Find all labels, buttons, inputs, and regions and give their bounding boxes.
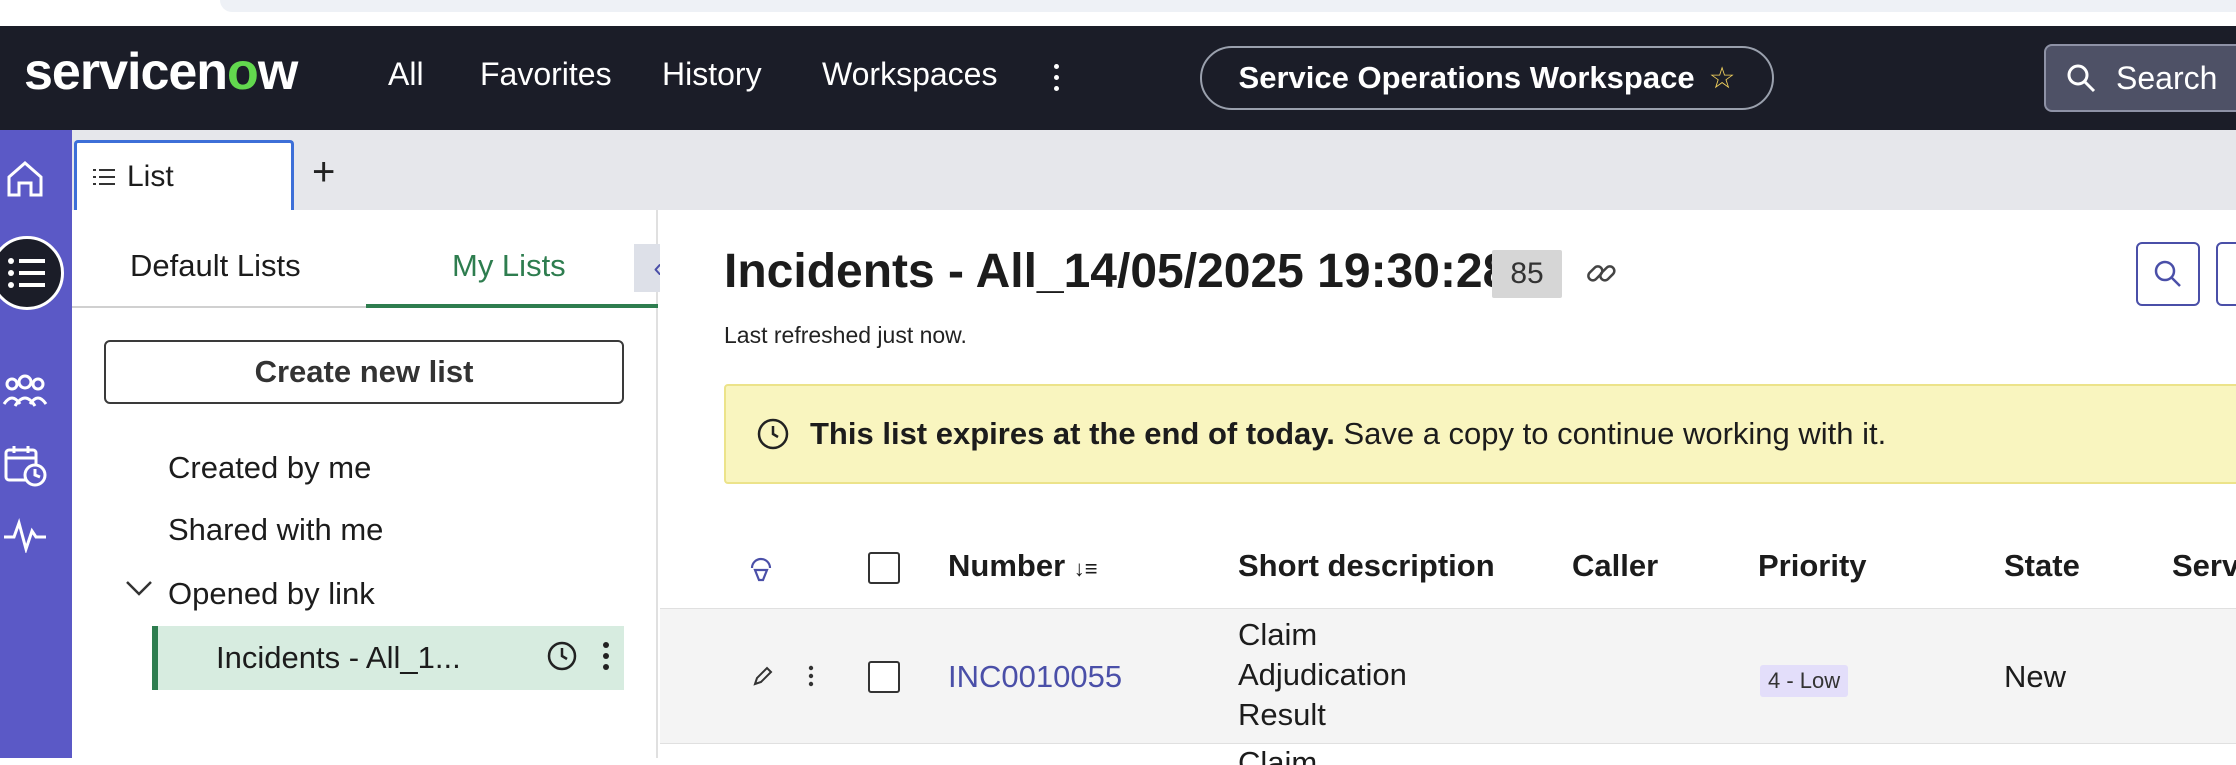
servicenow-logo[interactable]: servicenow: [24, 42, 298, 102]
tab-default-lists[interactable]: Default Lists: [130, 248, 301, 284]
home-icon[interactable]: [0, 154, 50, 204]
item-more-icon[interactable]: [602, 641, 610, 671]
column-service[interactable]: Serv: [2172, 548, 2236, 584]
incident-number-link[interactable]: INC0010055: [948, 659, 1122, 695]
calendar-clock-icon[interactable]: [0, 440, 50, 490]
global-search-button[interactable]: Search: [2044, 44, 2236, 112]
logo-o: o: [227, 43, 259, 101]
edit-pencil-icon[interactable]: [752, 665, 774, 687]
short-description-line-2: Adjudication: [1238, 657, 1407, 692]
add-tab-button[interactable]: +: [312, 150, 335, 195]
tab-label: List: [127, 159, 174, 193]
nav-all[interactable]: All: [388, 56, 424, 93]
list-tool-button[interactable]: [2216, 242, 2236, 306]
list-search-button[interactable]: [2136, 242, 2200, 306]
nav-history[interactable]: History: [662, 56, 762, 93]
selected-list-label: Incidents - All_1...: [216, 640, 461, 675]
tree-item-incidents[interactable]: Incidents - All_1...: [152, 626, 624, 690]
list-icon: [93, 168, 115, 185]
short-description-line-3: Result: [1238, 697, 1326, 732]
chevron-down-icon[interactable]: [124, 578, 154, 598]
banner-bold-text: This list expires at the end of today.: [810, 416, 1335, 451]
column-short-description[interactable]: Short description: [1238, 548, 1495, 584]
favorite-star-icon[interactable]: ☆: [1709, 61, 1736, 96]
search-label: Search: [2116, 59, 2218, 96]
last-refreshed-text: Last refreshed just now.: [724, 322, 967, 348]
banner-rest-text: Save a copy to continue working with it.: [1343, 416, 1887, 451]
column-number-label: Number: [948, 548, 1066, 583]
link-icon[interactable]: [1584, 256, 1618, 290]
highlight-icon[interactable]: [748, 556, 774, 584]
short-description-partial: Claim: [1238, 745, 1318, 765]
banner-text: This list expires at the end of today. S…: [810, 416, 1886, 452]
top-navigation: servicenow All Favorites History Workspa…: [0, 26, 2236, 130]
record-count-badge: 85: [1492, 250, 1562, 298]
table-header: Number ↓≡ Short description Caller Prior…: [660, 528, 2236, 608]
column-state[interactable]: State: [2004, 548, 2080, 584]
expiry-banner: This list expires at the end of today. S…: [724, 384, 2236, 484]
table-row[interactable]: INC0010055 Claim Adjudication Result 4 -…: [660, 608, 2236, 744]
clock-icon: [547, 641, 577, 671]
activity-pulse-icon[interactable]: [0, 510, 50, 560]
browser-address-strip: [0, 0, 2236, 26]
row-checkbox[interactable]: [868, 661, 900, 693]
more-menu-icon[interactable]: [1048, 64, 1064, 94]
column-priority[interactable]: Priority: [1758, 548, 1867, 584]
tab-list[interactable]: List: [74, 140, 294, 210]
tree-item-opened-by-link[interactable]: Opened by link: [168, 576, 375, 612]
tree-item-created-by-me[interactable]: Created by me: [168, 450, 371, 486]
lists-panel: Default Lists My Lists ‹ Create new list…: [72, 210, 682, 758]
select-all-checkbox[interactable]: [868, 552, 900, 584]
clock-icon: [757, 418, 789, 450]
sort-desc-icon[interactable]: ↓≡: [1074, 556, 1098, 581]
active-tab-indicator: [366, 304, 658, 308]
search-icon: [2067, 64, 2096, 93]
priority-badge: 4 - Low: [1760, 665, 1849, 697]
short-description-line-1: Claim: [1238, 617, 1318, 652]
left-rail: [0, 130, 72, 758]
workspace-name: Service Operations Workspace: [1238, 60, 1695, 95]
tree-item-shared-with-me[interactable]: Shared with me: [168, 512, 383, 548]
row-more-icon[interactable]: [808, 665, 814, 687]
nav-workspaces[interactable]: Workspaces: [822, 56, 997, 93]
column-caller[interactable]: Caller: [1572, 548, 1658, 584]
page-title: Incidents - All_14/05/2025 19:30:28: [724, 245, 1510, 298]
state-value: New: [2004, 659, 2067, 694]
logo-text-end: w: [257, 43, 298, 101]
nav-favorites[interactable]: Favorites: [480, 56, 612, 93]
column-number[interactable]: Number ↓≡: [948, 548, 1098, 584]
table-row-partial[interactable]: Claim: [660, 745, 2236, 765]
create-new-list-button[interactable]: Create new list: [104, 340, 624, 404]
search-icon: [2154, 260, 2181, 287]
tab-my-lists[interactable]: My Lists: [452, 248, 566, 284]
groups-icon[interactable]: [0, 366, 50, 416]
list-main-content: Incidents - All_14/05/2025 19:30:28 85 L…: [660, 210, 2236, 765]
logo-text: servicen: [24, 43, 228, 101]
address-bar: [220, 0, 2236, 12]
list-nav-icon[interactable]: [0, 236, 64, 310]
workspace-tab-strip: List +: [72, 130, 2236, 210]
workspace-pill[interactable]: Service Operations Workspace ☆: [1200, 46, 1774, 110]
